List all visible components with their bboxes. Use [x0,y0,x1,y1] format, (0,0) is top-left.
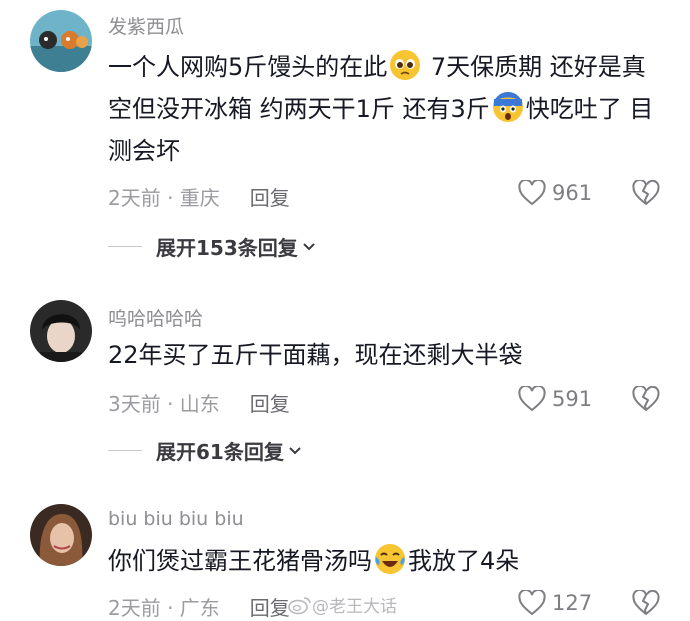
like-button[interactable]: 961 [518,180,592,206]
expand-replies-label: 展开153条回复 [156,236,298,260]
reply-button[interactable]: 回复 [250,596,290,620]
like-count: 127 [552,591,593,615]
broken-heart-icon [632,178,660,205]
dislike-button[interactable] [632,384,660,416]
comment-meta: 3天前 · 山东 回复 [108,388,290,417]
time-location: 2天前 · 重庆 [108,186,220,210]
dislike-button[interactable] [632,588,660,620]
avatar[interactable] [30,300,92,362]
like-button[interactable]: 591 [518,386,592,412]
chevron-down-icon [289,446,301,454]
like-count: 961 [552,181,593,205]
reply-button[interactable]: 回复 [250,186,290,210]
expand-replies-button[interactable]: 展开61条回复 [108,436,302,465]
watermark-text: @老王大话 [312,597,397,617]
comment-meta: 2天前 · 重庆 回复 [108,182,290,211]
laughing-crying-emoji-icon [375,544,405,574]
username[interactable]: biu biu biu biu [108,508,244,530]
heart-outline-icon [518,386,546,412]
like-button[interactable]: 127 [518,590,592,616]
comment-text-part: 你们煲过霸王花猪骨汤吗 [108,547,372,575]
comment-text: 你们煲过霸王花猪骨汤吗 我放了4朵 [108,540,668,582]
time-location: 3天前 · 山东 [108,392,220,416]
screaming-face-emoji-icon [492,92,523,122]
expand-replies-label: 展开61条回复 [156,440,284,464]
reply-button[interactable]: 回复 [250,392,290,416]
comment-meta: 2天前 · 广东 回复 [108,592,290,621]
heart-outline-icon [518,590,546,616]
watermark: @老王大话 [288,592,397,617]
time-location: 2天前 · 广东 [108,596,220,620]
comment-text: 一个人网购5斤馒头的在此 7天保质期 还好是真空但没开冰箱 约两天干1斤 还有3… [108,46,668,172]
comment-text-part: 我放了4朵 [408,547,520,575]
broken-heart-icon [632,588,660,615]
comment-text-part: 一个人网购5斤馒头的在此 [108,53,388,81]
comment-text: 22年买了五斤干面藕，现在还剩大半袋 [108,341,523,369]
username[interactable]: 呜哈哈哈哈 [108,304,203,331]
expand-replies-button[interactable]: 展开153条回复 [108,232,316,261]
weibo-logo-icon [288,596,311,614]
dislike-button[interactable] [632,178,660,210]
avatar[interactable] [30,10,92,72]
chevron-down-icon [303,242,315,250]
pleading-face-emoji-icon [390,50,421,80]
broken-heart-icon [632,384,660,411]
avatar[interactable] [30,504,92,566]
heart-outline-icon [518,180,546,206]
username[interactable]: 发紫西瓜 [108,12,184,39]
divider-line [108,246,142,247]
like-count: 591 [552,387,593,411]
divider-line [108,450,142,451]
